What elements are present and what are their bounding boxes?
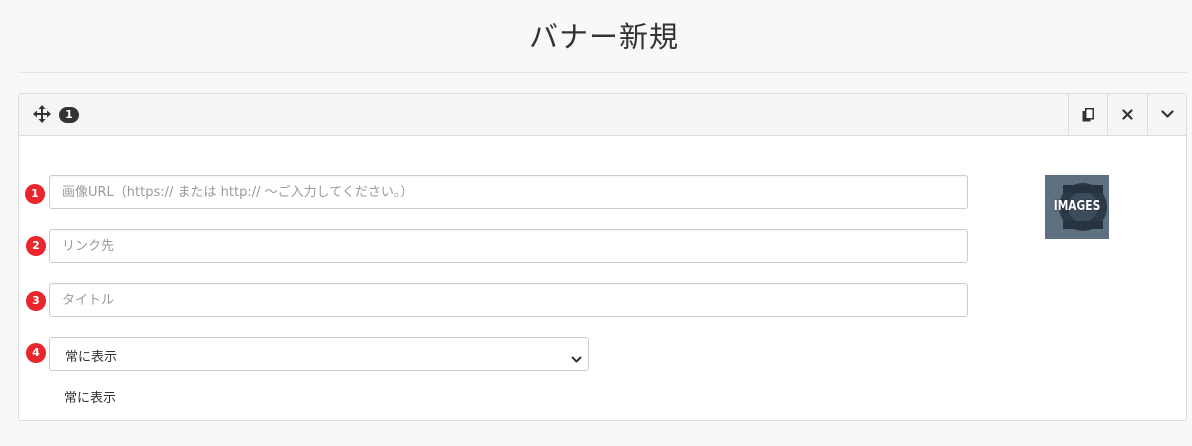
- banner-panel: 1 1 画像URL（https:// または http:// ～ご入力してくださ…: [18, 93, 1187, 421]
- page-title: バナー新規: [528, 20, 679, 54]
- field-number-badge: 4: [26, 343, 46, 363]
- display-mode-select[interactable]: 常に表示: [49, 337, 589, 371]
- chevron-down-icon: [571, 349, 582, 368]
- thumbnail-label: IMAGES: [1053, 199, 1101, 214]
- display-mode-selected: 常に表示: [65, 350, 118, 365]
- chevron-down-icon: [1160, 110, 1174, 119]
- copy-icon: [1082, 107, 1094, 122]
- field-number-badge: 1: [25, 184, 45, 204]
- page: バナー新規 1 1 画像URL（https:// または http:// ～ご入…: [0, 0, 1192, 446]
- title-input[interactable]: [49, 283, 968, 317]
- display-mode-status: 常に表示: [64, 391, 117, 406]
- collapse-toggle-button[interactable]: [1147, 94, 1186, 135]
- link-url-input[interactable]: [49, 229, 968, 263]
- panel-header: 1: [19, 94, 1186, 136]
- field-number-badge: 2: [26, 236, 46, 256]
- move-arrows-icon[interactable]: [33, 105, 51, 123]
- field-number-badge: 3: [26, 291, 46, 311]
- title-divider: [18, 72, 1188, 73]
- image-preview-thumbnail: IMAGES: [1045, 175, 1109, 239]
- close-button[interactable]: [1107, 94, 1146, 135]
- panel-number-badge: 1: [59, 107, 79, 123]
- image-url-input[interactable]: [49, 175, 968, 209]
- close-icon: [1121, 109, 1133, 120]
- copy-button[interactable]: [1068, 94, 1107, 135]
